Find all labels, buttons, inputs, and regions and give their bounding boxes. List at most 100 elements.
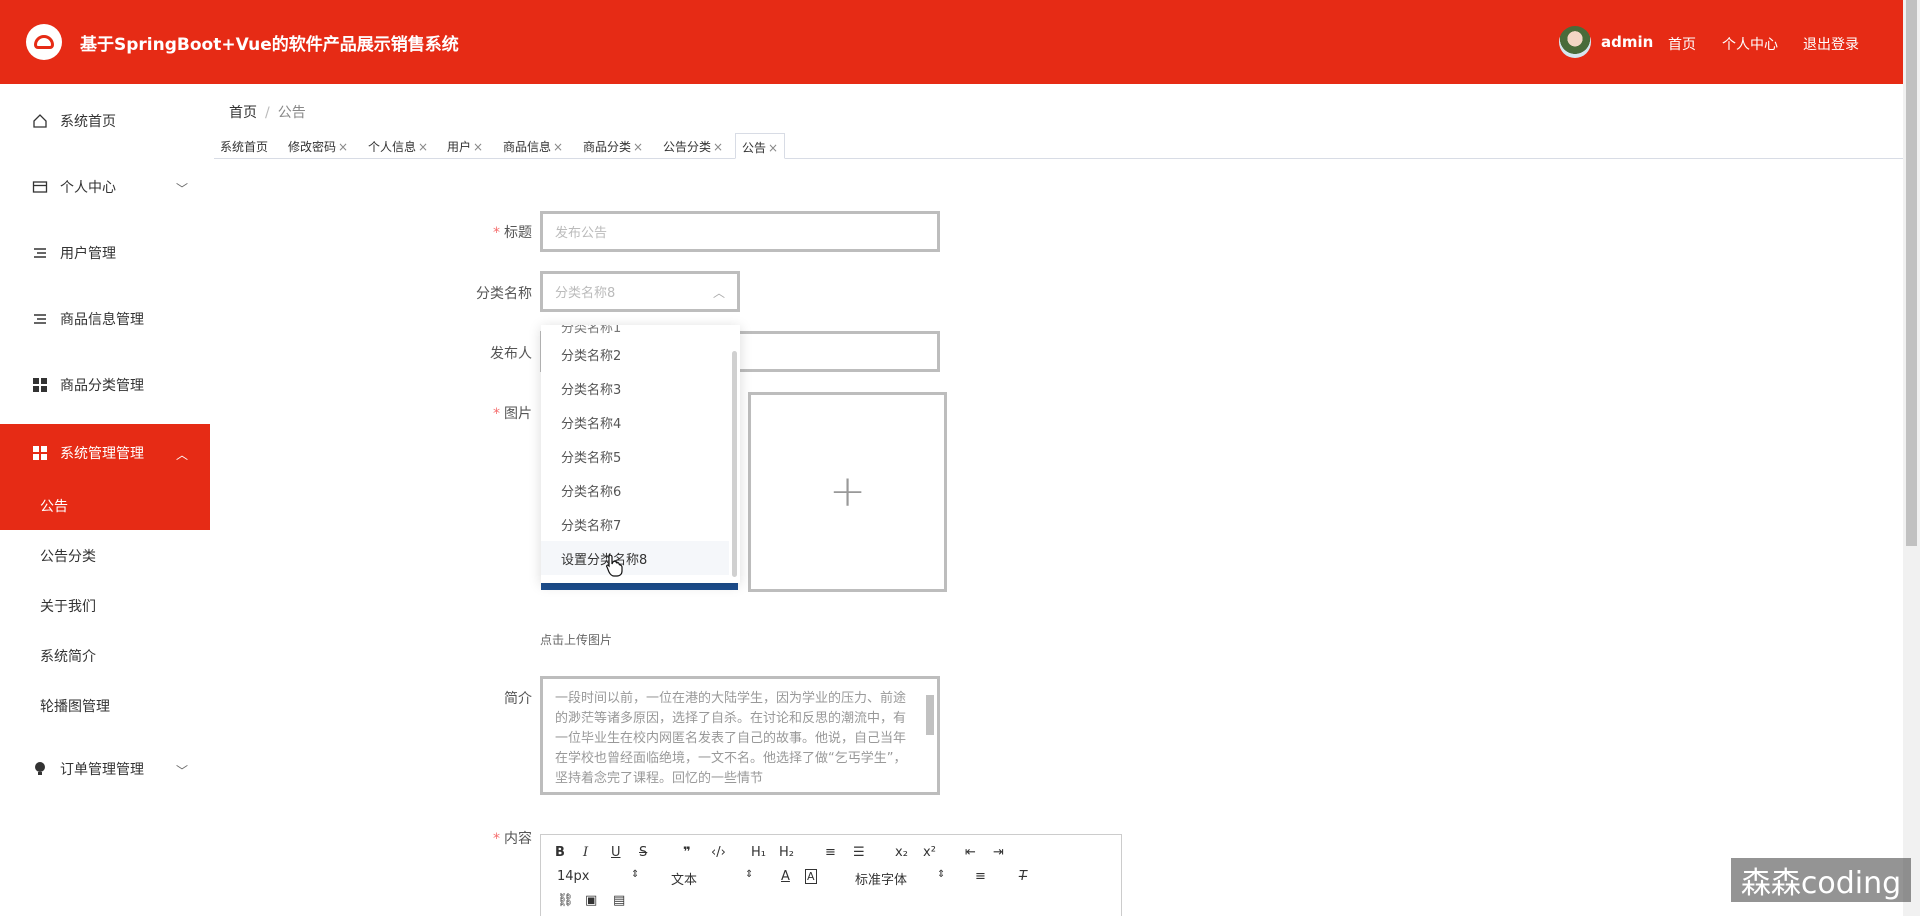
- page-scroll-thumb[interactable]: [1906, 0, 1917, 546]
- logout-link[interactable]: 退出登录: [1803, 34, 1859, 54]
- grid-icon: [32, 445, 48, 461]
- dropdown-option[interactable]: 分类名称3: [541, 371, 729, 405]
- close-icon[interactable]: ×: [418, 140, 428, 154]
- h1-button[interactable]: H₁: [751, 845, 766, 860]
- textarea-scroll-thumb[interactable]: [926, 695, 934, 735]
- sidebar-item-categories[interactable]: 商品分类管理: [0, 352, 210, 418]
- close-icon[interactable]: ×: [713, 140, 723, 154]
- font-family-select[interactable]: 标准字体: [855, 869, 907, 888]
- clear-format-icon[interactable]: T̶: [1019, 869, 1027, 884]
- title-label-text: 标题: [504, 225, 532, 241]
- code-button[interactable]: ‹/›: [711, 845, 726, 860]
- h2-button[interactable]: H₂: [779, 845, 794, 860]
- image-upload-box[interactable]: +: [748, 392, 947, 592]
- sidebar-sub-announcement[interactable]: 公告: [40, 496, 68, 516]
- bold-button[interactable]: B: [555, 845, 565, 860]
- tab-personal-info[interactable]: 个人信息 ×: [362, 133, 434, 159]
- video-icon[interactable]: ▤: [613, 893, 625, 908]
- tab-label: 公告分类: [663, 140, 712, 154]
- home-link[interactable]: 首页: [1668, 34, 1696, 54]
- tab-label: 修改密码: [288, 140, 337, 154]
- avatar[interactable]: [1559, 26, 1591, 58]
- dropdown-option[interactable]: 分类名称2: [541, 337, 729, 371]
- sidebar-item-personal[interactable]: 个人中心 ﹀: [0, 154, 210, 220]
- dropdown-scrollbar[interactable]: [732, 351, 737, 577]
- close-icon[interactable]: ×: [768, 141, 778, 155]
- superscript-button[interactable]: x²: [923, 845, 936, 860]
- outdent-button[interactable]: ⇤: [965, 845, 976, 860]
- tab-label: 用户: [447, 140, 472, 154]
- italic-button[interactable]: I: [583, 845, 588, 860]
- chevron-down-icon: ﹀: [175, 764, 188, 778]
- tab-label: 商品信息: [503, 140, 552, 154]
- indent-button[interactable]: ⇥: [993, 845, 1004, 860]
- sidebar-sub-about[interactable]: 关于我们: [40, 596, 96, 616]
- title-input[interactable]: 发布公告: [540, 211, 940, 252]
- align-icon[interactable]: ≡: [975, 869, 986, 884]
- background-color-button[interactable]: A: [805, 869, 817, 884]
- breadcrumb-current: 公告: [277, 105, 306, 121]
- title-label: * 标题: [486, 222, 532, 242]
- close-icon[interactable]: ×: [633, 140, 643, 154]
- dropdown-option[interactable]: 分类名称6: [541, 473, 729, 507]
- sidebar-sub-intro[interactable]: 系统简介: [40, 646, 96, 666]
- content-label-text: 内容: [504, 831, 532, 847]
- sidebar-sub-announcement-category[interactable]: 公告分类: [40, 546, 96, 566]
- sidebar-item-system[interactable]: 系统管理管理 ︿: [0, 420, 210, 486]
- image-icon[interactable]: ▣: [585, 893, 597, 908]
- sidebar-item-home[interactable]: 系统首页: [0, 88, 210, 154]
- grid-icon: [32, 377, 48, 393]
- close-icon[interactable]: ×: [553, 140, 563, 154]
- tab-label: 个人信息: [368, 140, 417, 154]
- select-arrow-icon: ⇕: [937, 869, 946, 880]
- category-label: 分类名称: [476, 286, 532, 302]
- dropdown-option-hovered[interactable]: 设置分类名称8: [541, 541, 729, 575]
- text-color-button[interactable]: A: [781, 869, 790, 884]
- select-arrow-icon: ⇕: [745, 869, 754, 880]
- tab-product-category[interactable]: 商品分类 ×: [577, 133, 649, 159]
- underline-button[interactable]: U: [611, 845, 621, 860]
- user-name[interactable]: admin: [1601, 33, 1653, 51]
- required-mark: *: [493, 831, 500, 847]
- dropdown-option[interactable]: 分类名称5: [541, 439, 729, 473]
- tab-label: 商品分类: [583, 140, 632, 154]
- quote-button[interactable]: ❞: [683, 845, 691, 860]
- tab-system-home[interactable]: 系统首页: [214, 133, 274, 159]
- close-icon[interactable]: ×: [338, 140, 348, 154]
- ordered-list-button[interactable]: ≡: [825, 845, 836, 860]
- sidebar-item-orders[interactable]: 订单管理管理 ﹀: [0, 736, 210, 802]
- bullet-list-button[interactable]: ☰: [853, 845, 865, 860]
- list-icon: [32, 245, 48, 261]
- tab-announcement-category[interactable]: 公告分类 ×: [657, 133, 729, 159]
- app-title: 基于SpringBoot+Vue的软件产品展示销售系统: [80, 35, 459, 55]
- strike-button[interactable]: S: [639, 845, 647, 860]
- breadcrumb-home[interactable]: 首页: [229, 105, 257, 121]
- close-icon[interactable]: ×: [473, 140, 483, 154]
- category-select[interactable]: 分类名称8 ︿: [540, 271, 740, 312]
- tab-product-info[interactable]: 商品信息 ×: [497, 133, 569, 159]
- tab-users[interactable]: 用户 ×: [441, 133, 489, 159]
- font-size-select[interactable]: 14px: [557, 869, 590, 884]
- dropdown-option[interactable]: 分类名称4: [541, 405, 729, 439]
- sidebar-sub-carousel[interactable]: 轮播图管理: [40, 696, 110, 716]
- dropdown-option-partial[interactable]: 分类名称1: [561, 325, 621, 336]
- sidebar-item-products[interactable]: 商品信息管理: [0, 286, 210, 352]
- category-select-value: 分类名称8: [555, 286, 616, 301]
- sidebar-item-label: 订单管理管理: [60, 762, 144, 778]
- tab-change-password[interactable]: 修改密码 ×: [282, 133, 354, 159]
- intro-textarea[interactable]: 一段时间以前，一位在港的大陆学生，因为学业的压力、前途的渺茫等诸多原因，选择了自…: [540, 676, 940, 795]
- chevron-up-icon: ︿: [712, 286, 725, 300]
- breadcrumb: 首页 / 公告: [229, 102, 306, 122]
- subscript-button[interactable]: x₂: [895, 845, 908, 860]
- sidebar-item-users[interactable]: 用户管理: [0, 220, 210, 286]
- profile-link[interactable]: 个人中心: [1722, 34, 1778, 54]
- header-select[interactable]: 文本: [671, 869, 697, 888]
- link-icon[interactable]: ⛓: [557, 893, 574, 908]
- rich-text-editor: B I U S ❞ ‹/› H₁ H₂ ≡ ☰ x₂ x² ⇤ ⇥ 14px ⇕…: [540, 834, 1122, 916]
- sidebar-item-label: 用户管理: [60, 246, 116, 262]
- dropdown-option[interactable]: 分类名称7: [541, 507, 729, 541]
- sidebar-item-label: 商品分类管理: [60, 378, 144, 394]
- category-dropdown: 分类名称1 分类名称2 分类名称3 分类名称4 分类名称5 分类名称6 分类名称…: [541, 325, 740, 583]
- sidebar-item-label: 个人中心: [60, 180, 116, 196]
- tab-announcement[interactable]: 公告 ×: [735, 133, 786, 159]
